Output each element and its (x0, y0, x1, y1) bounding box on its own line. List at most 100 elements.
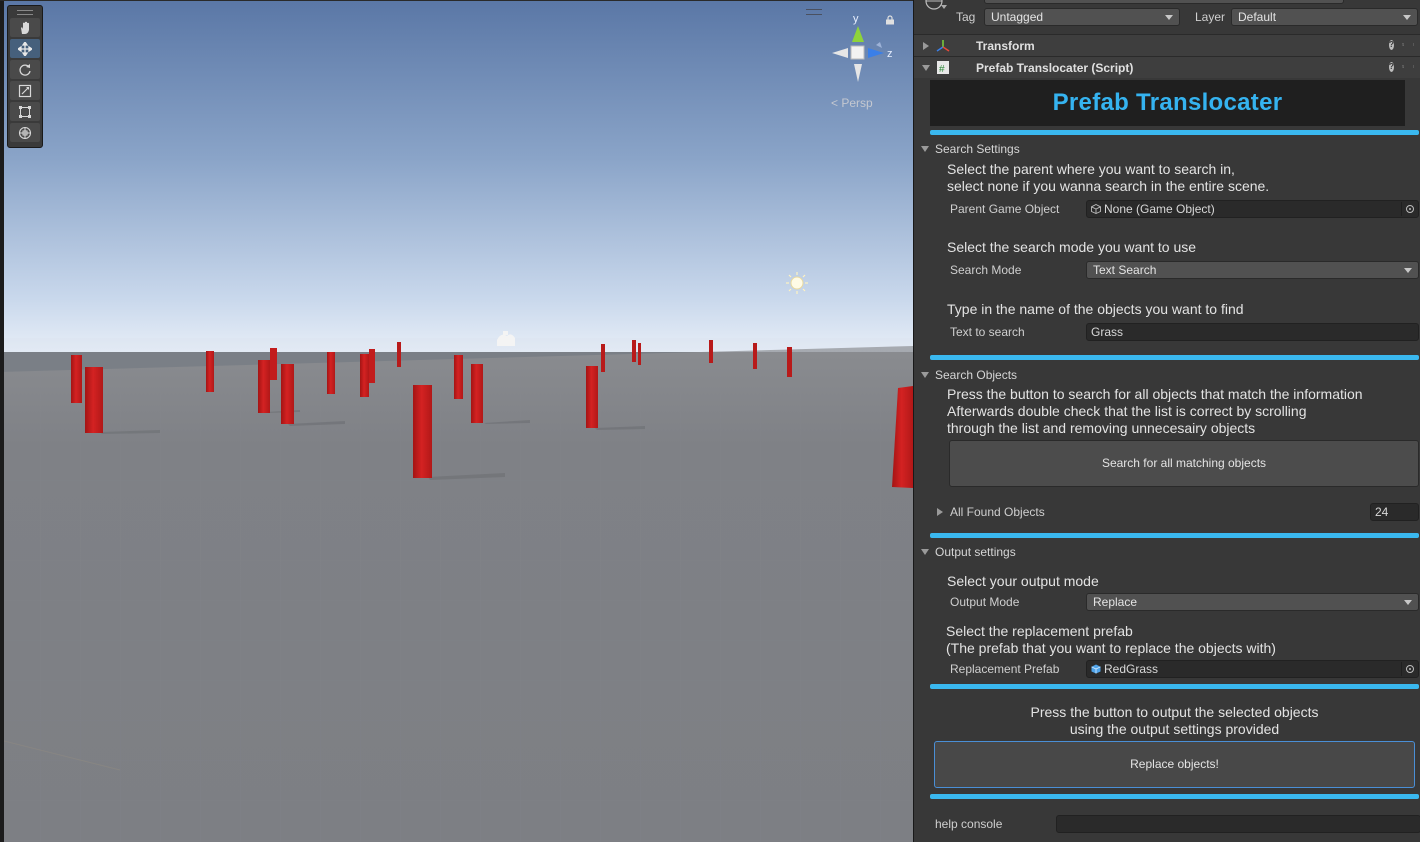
parent-game-object-value: None (Game Object) (1104, 202, 1215, 216)
search-mode-help: Select the search mode you want to use (947, 239, 1197, 255)
scene-tools-overlay (7, 5, 43, 148)
overlay-grip[interactable] (17, 10, 33, 15)
replacement-prefab-field[interactable]: RedGrass (1086, 660, 1419, 678)
scene-view[interactable]: y z < Persp (0, 0, 913, 842)
gizmo-neg-x-cone[interactable] (832, 48, 848, 58)
pillar (413, 385, 432, 478)
output-settings-title[interactable]: Output settings (935, 545, 1016, 559)
search-settings-help-2: select none if you wanna search in the e… (947, 178, 1270, 194)
camera-mode-label[interactable]: < Persp (831, 96, 873, 110)
prefab-icon (1091, 664, 1101, 674)
parent-game-object-field[interactable]: None (Game Object) (1086, 200, 1419, 218)
text-search-help: Type in the name of the objects you want… (947, 301, 1244, 317)
section-divider (930, 130, 1419, 135)
search-mode-dropdown[interactable]: Text Search (1086, 261, 1419, 279)
text-search-input[interactable]: Grass (1086, 323, 1419, 341)
search-all-button[interactable]: Search for all matching objects (949, 440, 1419, 487)
help-icon[interactable]: ? (1389, 40, 1394, 50)
script-icon: # (937, 61, 949, 75)
pillar (327, 352, 335, 394)
tag-dropdown[interactable]: Untagged (984, 8, 1180, 26)
output-mode-dropdown[interactable]: Replace (1086, 593, 1419, 611)
orientation-gizmo[interactable]: y z (824, 8, 904, 88)
pillar (206, 351, 214, 392)
output-mode-help: Select your output mode (947, 573, 1099, 589)
text-search-label: Text to search (950, 325, 1025, 339)
gizmo-z-cone[interactable] (868, 48, 884, 58)
scale-tool-icon[interactable] (10, 81, 40, 100)
search-objects-help-2: Afterwards double check that the list is… (947, 403, 1307, 419)
pillar (638, 343, 641, 365)
found-objects-count[interactable]: 24 (1370, 503, 1419, 521)
inspector-panel: Tag Untagged Layer Default Transform ? #… (913, 0, 1420, 842)
gizmo-z-label: z (887, 48, 893, 60)
svg-text:#: # (939, 64, 945, 75)
sky (0, 0, 913, 352)
search-objects-help-1: Press the button to search for all objec… (947, 386, 1363, 402)
pillar (281, 364, 294, 424)
pillar (85, 367, 103, 433)
chevron-down-icon (1165, 15, 1173, 20)
section-divider (930, 355, 1419, 360)
scene-overlay-menu[interactable] (806, 9, 822, 15)
scene-border (0, 0, 4, 842)
output-help-1: Press the button to output the selected … (1030, 704, 1319, 720)
foldout-arrow-icon[interactable] (922, 65, 930, 71)
replace-objects-button[interactable]: Replace objects! (934, 741, 1415, 788)
foldout-arrow-icon[interactable] (921, 549, 929, 555)
help-console-field[interactable] (1056, 815, 1420, 833)
tag-value: Untagged (991, 10, 1044, 24)
search-mode-value: Text Search (1093, 263, 1157, 277)
transform-icon (936, 40, 950, 52)
layer-dropdown[interactable]: Default (1231, 8, 1418, 26)
more-options-icon[interactable] (1412, 61, 1415, 72)
all-found-objects-label[interactable]: All Found Objects (950, 505, 1045, 519)
transform-component-header[interactable]: Transform ? (914, 34, 1420, 56)
pillar (369, 349, 375, 383)
search-settings-title[interactable]: Search Settings (935, 142, 1020, 156)
gizmo-neg-y-cone[interactable] (854, 64, 862, 82)
pillar (632, 340, 636, 362)
scene-border-top (0, 0, 913, 1)
preset-icon[interactable] (1402, 39, 1405, 50)
help-icon[interactable]: ? (1389, 62, 1394, 72)
foldout-arrow-icon[interactable] (937, 508, 943, 516)
more-options-icon[interactable] (1412, 39, 1415, 50)
chevron-down-icon (1404, 600, 1412, 605)
output-mode-value: Replace (1093, 595, 1138, 609)
search-objects-title[interactable]: Search Objects (935, 368, 1017, 382)
help-console-label: help console (935, 817, 1003, 831)
pillar (258, 360, 270, 413)
script-component-header[interactable]: # Prefab Translocater (Script) ? (914, 56, 1420, 78)
output-help-2: using the output settings provided (1069, 721, 1280, 737)
pillar (601, 344, 605, 372)
chevron-down-icon (1403, 15, 1411, 20)
replacement-prefab-value: RedGrass (1104, 662, 1159, 676)
rect-tool-icon[interactable] (10, 102, 40, 121)
foldout-arrow-icon[interactable] (921, 372, 929, 378)
pillar (360, 354, 369, 397)
name-field[interactable] (984, 0, 1344, 4)
foldout-arrow-icon[interactable] (921, 146, 929, 152)
transform-tool-icon[interactable] (10, 123, 40, 142)
gameobject-header: Tag Untagged Layer Default (914, 0, 1420, 30)
replacement-prefab-help-2: (The prefab that you want to replace the… (946, 640, 1276, 656)
pillar (586, 366, 598, 428)
object-picker-icon[interactable] (1401, 662, 1417, 676)
pillar (397, 342, 401, 367)
gizmo-y-cone[interactable] (852, 26, 864, 42)
pillar (471, 364, 483, 423)
gizmo-center-cube[interactable] (850, 45, 865, 60)
search-mode-label: Search Mode (950, 263, 1022, 277)
pillar (709, 340, 713, 363)
scene-viewport[interactable] (0, 0, 913, 842)
rotate-tool-icon[interactable] (10, 60, 40, 79)
banner-title: Prefab Translocater (1052, 89, 1283, 116)
object-picker-icon[interactable] (1401, 202, 1417, 216)
output-mode-label: Output Mode (950, 595, 1020, 609)
foldout-arrow-icon[interactable] (923, 42, 929, 50)
layer-value: Default (1238, 10, 1277, 24)
move-tool-icon[interactable] (10, 39, 40, 58)
hand-tool-icon[interactable] (10, 18, 40, 37)
preset-icon[interactable] (1402, 61, 1405, 72)
